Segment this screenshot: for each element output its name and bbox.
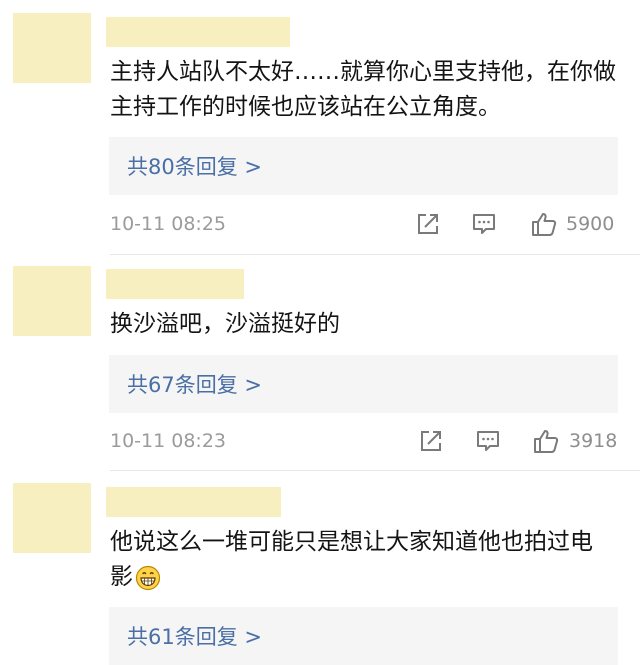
reply-count-label: 共61条回复 >	[127, 625, 262, 649]
comment-time: 10-11 08:25	[110, 213, 227, 235]
comment-text-content: 他说这么一堆可能只是想让大家知道他也拍过电影	[110, 529, 593, 590]
comment-time: 10-11 08:23	[110, 430, 227, 452]
comment-meta: 10-11 08:23 3918	[110, 426, 620, 456]
username-placeholder[interactable]	[106, 487, 281, 517]
thumbs-up-icon[interactable]	[531, 211, 557, 237]
share-icon[interactable]	[418, 428, 444, 454]
avatar[interactable]	[13, 13, 91, 83]
reply-count-button[interactable]: 共80条回复 >	[109, 137, 618, 195]
divider	[110, 254, 640, 255]
comment-text: 主持人站队不太好……就算你心里支持他，在你做主持工作的时候也应该站在公立角度。	[110, 59, 616, 120]
reply-count-button[interactable]: 共67条回复 >	[109, 355, 618, 413]
like-count: 3918	[569, 430, 618, 452]
thumbs-up-icon[interactable]	[533, 428, 559, 454]
username-placeholder[interactable]	[106, 17, 290, 47]
username-placeholder[interactable]	[106, 269, 244, 299]
comment-meta: 10-11 08:25 5900	[110, 209, 620, 239]
comment-icon[interactable]	[471, 211, 497, 237]
comment-text: 他说这么一堆可能只是想让大家知道他也拍过电影	[110, 525, 605, 595]
grin-emoji-icon	[135, 565, 161, 590]
divider	[110, 470, 640, 471]
reply-count-label: 共80条回复 >	[127, 155, 262, 179]
comment-icon[interactable]	[475, 428, 501, 454]
avatar[interactable]	[13, 483, 91, 553]
avatar[interactable]	[13, 266, 91, 336]
reply-count-label: 共67条回复 >	[127, 373, 262, 397]
like-count: 5900	[566, 213, 615, 235]
reply-count-button[interactable]: 共61条回复 >	[109, 607, 618, 665]
share-icon[interactable]	[415, 211, 441, 237]
comment-text: 换沙溢吧，沙溢挺好的	[110, 311, 340, 337]
